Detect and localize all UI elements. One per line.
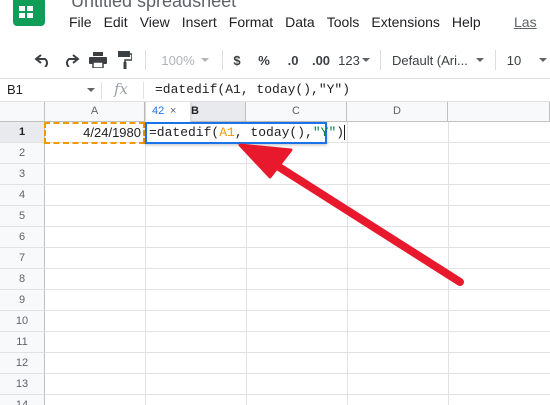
grid-line xyxy=(45,184,550,185)
reference-highlight-a1 xyxy=(44,122,145,144)
toolbar-divider xyxy=(222,50,223,70)
column-header-a[interactable]: A xyxy=(45,102,145,122)
menu-extensions[interactable]: Extensions xyxy=(371,11,451,33)
grid-line xyxy=(448,122,449,405)
row-header-14[interactable]: 14 xyxy=(0,395,45,405)
zoom-select[interactable]: 100% xyxy=(156,48,214,72)
chevron-down-icon[interactable] xyxy=(87,88,95,92)
grid-line xyxy=(45,331,550,332)
decrease-decimal-button[interactable]: .0 xyxy=(283,48,303,72)
row-header-3[interactable]: 3 xyxy=(0,164,45,185)
formula-bar-divider xyxy=(143,82,144,99)
menu-insert[interactable]: Insert xyxy=(182,11,229,33)
grid-line xyxy=(45,268,550,269)
editor-reference: A1 xyxy=(219,125,235,140)
currency-format-button[interactable]: $ xyxy=(229,48,245,72)
undo-icon[interactable] xyxy=(32,48,54,72)
grid-line xyxy=(45,310,550,311)
menu-file[interactable]: File xyxy=(69,11,104,33)
formula-result-preview[interactable]: 42 × xyxy=(145,102,191,122)
percent-format-button[interactable]: % xyxy=(256,48,272,72)
row-header-8[interactable]: 8 xyxy=(0,269,45,290)
column-header-c[interactable]: C xyxy=(246,102,347,122)
formula-input[interactable]: =datedif(A1, today(),"Y") xyxy=(155,79,350,101)
more-formats-button[interactable]: 123 xyxy=(337,48,371,72)
spreadsheet-grid: A B C D 1 2 3 4 5 6 7 8 9 10 11 12 13 14… xyxy=(0,102,550,405)
row-header-4[interactable]: 4 xyxy=(0,185,45,206)
title-bar: Untitled spreadsheet File Edit View Inse… xyxy=(0,0,550,42)
column-header-d[interactable]: D xyxy=(347,102,448,122)
chevron-down-icon xyxy=(539,58,547,62)
menu-help[interactable]: Help xyxy=(452,11,493,33)
print-icon[interactable] xyxy=(87,48,109,72)
zoom-value: 100% xyxy=(161,52,195,68)
paint-format-icon[interactable] xyxy=(114,48,136,72)
editor-middle: , today(), xyxy=(234,125,313,140)
menu-bar: File Edit View Insert Format Data Tools … xyxy=(69,11,493,33)
chevron-down-icon xyxy=(361,58,370,62)
row-header-6[interactable]: 6 xyxy=(0,227,45,248)
more-formats-label: 123 xyxy=(338,52,360,68)
font-size-menu[interactable] xyxy=(537,48,549,72)
grid-line xyxy=(45,163,550,164)
column-header-e[interactable] xyxy=(448,102,550,122)
select-all-corner[interactable] xyxy=(0,102,45,122)
menu-tools[interactable]: Tools xyxy=(327,11,372,33)
grid-line xyxy=(45,352,550,353)
toolbar: 100% $ % .0 .00 123 Default (Ari... 10 xyxy=(0,42,550,78)
grid-line xyxy=(145,122,146,405)
menu-edit[interactable]: Edit xyxy=(104,11,140,33)
editor-string: "Y" xyxy=(312,125,337,140)
row-header-10[interactable]: 10 xyxy=(0,311,45,332)
toolbar-divider xyxy=(145,50,146,70)
grid-line xyxy=(45,289,550,290)
toolbar-divider xyxy=(380,50,381,70)
close-icon[interactable]: × xyxy=(170,102,176,121)
font-family-value: Default (Ari... xyxy=(392,52,468,68)
row-header-13[interactable]: 13 xyxy=(0,374,45,395)
increase-decimal-button[interactable]: .00 xyxy=(309,48,333,72)
grid-line xyxy=(246,122,247,405)
grid-line xyxy=(45,373,550,374)
row-header-9[interactable]: 9 xyxy=(0,290,45,311)
preview-value: 42 xyxy=(152,105,165,117)
last-edit-link[interactable]: Las xyxy=(514,11,537,33)
menu-format[interactable]: Format xyxy=(229,11,285,33)
menu-data[interactable]: Data xyxy=(285,11,327,33)
row-header-5[interactable]: 5 xyxy=(0,206,45,227)
row-header-11[interactable]: 11 xyxy=(0,332,45,353)
sheets-logo-icon[interactable] xyxy=(13,0,45,26)
grid-line xyxy=(45,205,550,206)
formula-bar: B1 fx =datedif(A1, today(),"Y") xyxy=(0,78,550,102)
formula-bar-divider xyxy=(101,82,102,99)
chevron-down-icon xyxy=(475,58,484,62)
editor-suffix: ) xyxy=(336,125,345,140)
editor-prefix: =datedif( xyxy=(149,125,220,140)
font-family-select[interactable]: Default (Ari... xyxy=(392,48,486,72)
fx-icon: fx xyxy=(114,80,129,98)
chevron-down-icon xyxy=(200,58,209,62)
row-header-12[interactable]: 12 xyxy=(0,353,45,374)
row-header-1[interactable]: 1 xyxy=(0,122,45,143)
row-header-2[interactable]: 2 xyxy=(0,143,45,164)
cell-editor-b1[interactable]: =datedif(A1, today(),"Y") xyxy=(145,122,346,144)
menu-view[interactable]: View xyxy=(140,11,182,33)
grid-line xyxy=(45,394,550,395)
text-cursor xyxy=(344,125,346,141)
row-header-7[interactable]: 7 xyxy=(0,248,45,269)
grid-line xyxy=(45,226,550,227)
name-box[interactable]: B1 xyxy=(0,79,100,101)
toolbar-divider xyxy=(495,50,496,70)
font-size-select[interactable]: 10 xyxy=(503,48,525,72)
redo-icon[interactable] xyxy=(60,48,82,72)
grid-line xyxy=(347,122,348,405)
grid-line xyxy=(45,247,550,248)
